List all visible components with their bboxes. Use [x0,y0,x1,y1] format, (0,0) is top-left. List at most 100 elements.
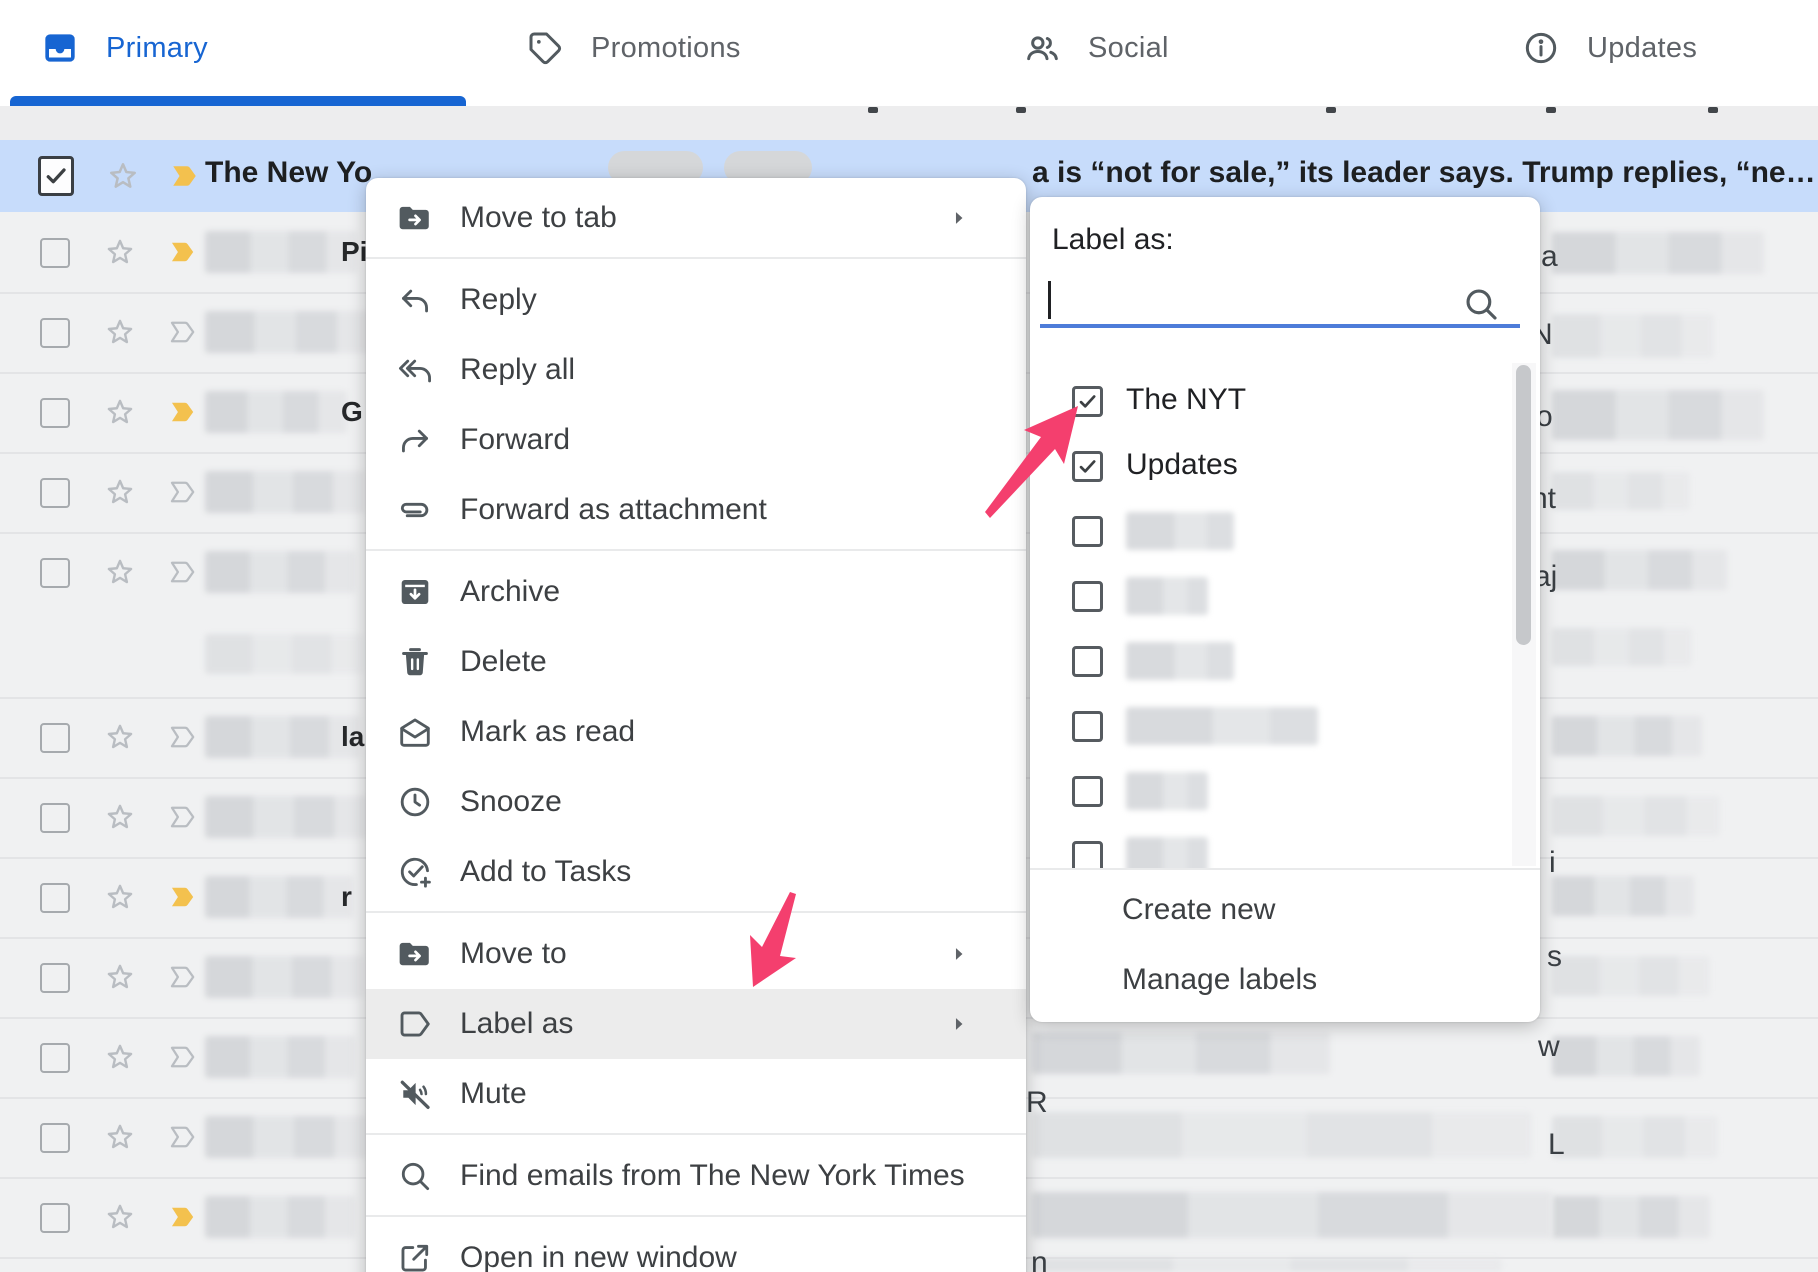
label-option-redacted[interactable] [1030,630,1540,695]
menu-item-delete[interactable]: Delete [366,627,1026,697]
checkbox-unchecked[interactable] [1072,841,1103,868]
row-checkbox[interactable] [40,723,70,753]
menu-item-mute[interactable]: Mute [366,1059,1026,1129]
label-option-redacted[interactable] [1030,500,1540,565]
menu-item-find-emails-from-the-new-york-times[interactable]: Find emails from The New York Times [366,1141,1026,1211]
importance-marker-icon[interactable] [165,235,203,269]
manage-labels-button[interactable]: Manage labels [1030,945,1540,1015]
checkbox-checked[interactable] [1072,386,1103,417]
importance-marker-icon[interactable] [165,395,203,429]
menu-item-forward[interactable]: Forward [366,405,1026,475]
row-checkbox[interactable] [40,318,70,348]
checkbox-unchecked[interactable] [1072,516,1103,547]
menu-item-mark-as-read[interactable]: Mark as read [366,697,1026,767]
row-checkbox[interactable] [40,478,70,508]
row-checkbox[interactable] [40,238,70,268]
text-fragment: s [1547,940,1562,974]
checkbox-unchecked[interactable] [1072,776,1103,807]
label-option-redacted[interactable] [1030,760,1540,825]
star-icon[interactable] [102,474,138,510]
tab-promotions[interactable]: Promotions [525,0,741,96]
redacted-sender [205,231,357,273]
redacted-label-name [1126,642,1234,680]
forward-icon [396,421,434,459]
row-checkbox[interactable] [40,883,70,913]
menu-item-move-to[interactable]: Move to [366,919,1026,989]
star-icon[interactable] [104,157,142,195]
star-icon[interactable] [102,314,138,350]
checkbox-unchecked[interactable] [1072,711,1103,742]
importance-marker-icon[interactable] [165,555,203,589]
menu-item-add-to-tasks[interactable]: Add to Tasks [366,837,1026,907]
label-option-updates[interactable]: Updates [1030,435,1540,500]
star-icon[interactable] [102,799,138,835]
menu-item-reply-all[interactable]: Reply all [366,335,1026,405]
tab-social[interactable]: Social [1022,0,1169,96]
row-checkbox[interactable] [40,963,70,993]
label-option-redacted[interactable] [1030,565,1540,630]
importance-marker-icon[interactable] [165,960,203,994]
menu-item-label-as[interactable]: Label as [366,989,1026,1059]
menu-item-forward-as-attachment[interactable]: Forward as attachment [366,475,1026,545]
redacted-content [205,634,363,674]
sender-text-fragment: Pi [341,236,367,268]
checkbox-checked[interactable] [1072,451,1103,482]
row-checkbox[interactable] [40,1203,70,1233]
menu-item-reply[interactable]: Reply [366,265,1026,335]
menu-item-label: Forward as attachment [460,493,767,527]
star-icon[interactable] [102,1039,138,1075]
label-option-redacted[interactable] [1030,825,1540,868]
redacted-content [1552,232,1764,274]
submenu-chevron-icon [946,205,972,231]
tab-primary[interactable]: Primary [40,0,208,96]
importance-marker-icon[interactable] [165,1120,203,1154]
star-icon[interactable] [102,234,138,270]
menu-item-snooze[interactable]: Snooze [366,767,1026,837]
inbox-icon [40,28,80,68]
scrollbar-thumb[interactable] [1516,365,1531,645]
star-icon[interactable] [102,394,138,430]
importance-marker-icon[interactable] [165,475,203,509]
reply-all-icon [396,351,434,389]
menu-item-label: Mute [460,1077,527,1111]
submenu-chevron-icon [946,941,972,967]
menu-item-open-in-new-window[interactable]: Open in new window [366,1223,1026,1272]
tab-social-label: Social [1088,32,1169,65]
mute-icon [396,1075,434,1113]
selected-row-checkbox[interactable] [38,156,74,196]
star-icon[interactable] [102,554,138,590]
row-checkbox[interactable] [40,1043,70,1073]
menu-item-label: Archive [460,575,560,609]
text-fragment: n [1031,1246,1048,1272]
row-checkbox[interactable] [40,803,70,833]
star-icon[interactable] [102,959,138,995]
star-icon[interactable] [102,719,138,755]
importance-marker-icon[interactable] [166,158,206,194]
label-option-the-nyt[interactable]: The NYT [1030,370,1540,435]
star-icon[interactable] [102,1199,138,1235]
importance-marker-icon[interactable] [165,315,203,349]
importance-marker-icon[interactable] [165,800,203,834]
importance-marker-icon[interactable] [165,720,203,754]
importance-marker-icon[interactable] [165,1040,203,1074]
row-checkbox[interactable] [40,558,70,588]
label-option-redacted[interactable] [1030,695,1540,760]
menu-item-label: Open in new window [460,1241,737,1272]
row-checkbox[interactable] [40,398,70,428]
importance-marker-icon[interactable] [165,1200,203,1234]
star-icon[interactable] [102,879,138,915]
importance-marker-icon[interactable] [165,880,203,914]
tab-updates[interactable]: Updates [1521,0,1697,96]
menu-item-archive[interactable]: Archive [366,557,1026,627]
task-add-icon [396,853,434,891]
star-icon[interactable] [102,1119,138,1155]
search-icon[interactable] [1460,283,1502,325]
create-new-button[interactable]: Create new [1030,875,1540,945]
menu-item-move-to-tab[interactable]: Move to tab [366,183,1026,253]
checkbox-unchecked[interactable] [1072,581,1103,612]
menu-item-label: Mark as read [460,715,635,749]
search-input[interactable] [1040,324,1520,328]
label-option-name: Updates [1126,448,1238,482]
checkbox-unchecked[interactable] [1072,646,1103,677]
row-checkbox[interactable] [40,1123,70,1153]
